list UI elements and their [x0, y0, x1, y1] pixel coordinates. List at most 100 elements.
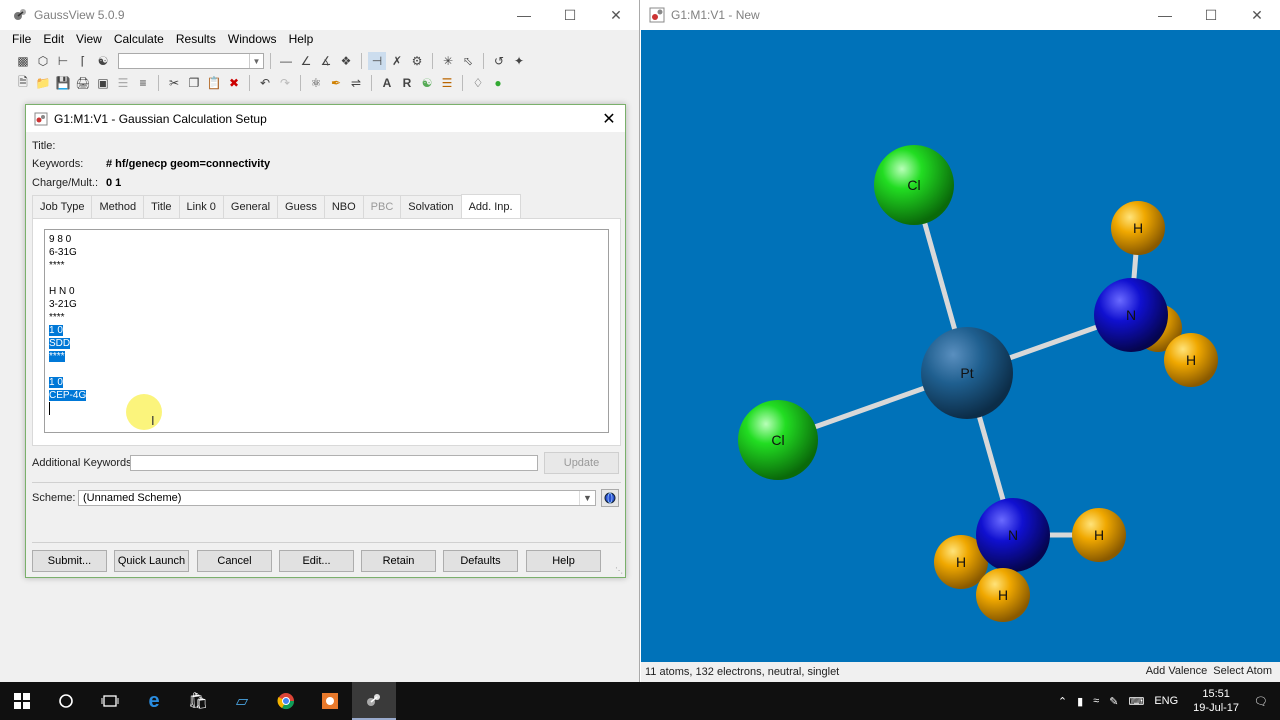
input-line: 9 8 0 [49, 234, 72, 245]
hydrogen-icon[interactable]: ⚛ [307, 74, 325, 92]
tab-solvation[interactable]: Solvation [400, 195, 462, 218]
minimize-button[interactable]: — [1142, 0, 1188, 30]
tab-guess[interactable]: Guess [277, 195, 325, 218]
start-button[interactable] [0, 682, 44, 720]
clock[interactable]: 15:51 19-Jul-17 [1193, 687, 1239, 715]
tab-job-type[interactable]: Job Type [32, 195, 93, 218]
menu-file[interactable]: File [6, 32, 37, 46]
menu-view[interactable]: View [70, 32, 108, 46]
input-line [49, 272, 604, 285]
thermometer-icon[interactable]: ● [489, 74, 507, 92]
tab-nbo[interactable]: NBO [323, 195, 364, 218]
resize-grip-icon[interactable]: ⋱ [615, 566, 623, 575]
wifi-icon[interactable]: ≈ [1093, 695, 1099, 707]
undo-icon[interactable]: ↶ [256, 74, 274, 92]
app-button[interactable]: ▱ [220, 682, 264, 720]
biomolecule-icon[interactable]: ☯ [94, 52, 112, 70]
sparkle-icon[interactable]: ✦ [510, 52, 528, 70]
menu-help[interactable]: Help [283, 32, 320, 46]
rebond-icon[interactable]: ⇌ [347, 74, 365, 92]
main-titlebar: GaussView 5.0.9 — ☐ ✕ [0, 0, 639, 30]
language-indicator[interactable]: ENG [1154, 695, 1178, 707]
copy-icon[interactable]: ❐ [185, 74, 203, 92]
list-icon[interactable]: ≡ [134, 74, 152, 92]
update-button[interactable]: Update [544, 452, 619, 474]
image-save-icon[interactable]: ▣ [94, 74, 112, 92]
edge-browser-button[interactable]: e [132, 682, 176, 720]
molecule-canvas[interactable]: Cl Cl Pt N N H H H H H [641, 30, 1280, 662]
diamond-icon[interactable]: ♢ [469, 74, 487, 92]
defaults-button[interactable]: Defaults [443, 550, 518, 572]
tab-link-0[interactable]: Link 0 [178, 195, 224, 218]
delete-icon[interactable]: ✖ [225, 74, 243, 92]
tab-title[interactable]: Title [143, 195, 180, 218]
print-icon[interactable]: 🖨 [74, 74, 92, 92]
ring-icon[interactable]: ⬡ [34, 52, 52, 70]
submit-button[interactable]: Submit... [32, 550, 107, 572]
r-group-icon[interactable]: ⊢ [54, 52, 72, 70]
rotate-icon[interactable]: ↺ [490, 52, 508, 70]
cortana-button[interactable] [44, 682, 88, 720]
add-valence-icon[interactable]: ⊣ [368, 52, 386, 70]
cancel-button[interactable]: Cancel [197, 550, 272, 572]
minimize-button[interactable]: — [501, 0, 547, 30]
close-button[interactable]: ✕ [593, 0, 639, 30]
keyboard-icon[interactable]: ⌨ [1128, 695, 1144, 708]
menu-edit[interactable]: Edit [37, 32, 70, 46]
keywords-value[interactable]: # hf/genecp geom=connectivity [106, 158, 270, 170]
quick-launch-button[interactable]: Quick Launch [114, 550, 189, 572]
tab-method[interactable]: Method [91, 195, 145, 218]
redo-icon[interactable]: ↷ [276, 74, 294, 92]
retain-button[interactable]: Retain [361, 550, 436, 572]
builder-icon[interactable]: ▩ [14, 52, 32, 70]
dihedral-icon[interactable]: ∡ [317, 52, 335, 70]
chevron-up-icon[interactable]: ⌃ [1058, 695, 1067, 708]
layers-icon[interactable]: ☰ [438, 74, 456, 92]
new-file-icon[interactable]: 🗎 [14, 74, 32, 92]
bond-icon[interactable]: ― [277, 52, 295, 70]
delete-atom-icon[interactable]: ✗ [388, 52, 406, 70]
battery-icon[interactable]: ▮ [1077, 695, 1083, 708]
brush-icon[interactable]: ✒ [327, 74, 345, 92]
tab-bar: Job Type Method Title Link 0 General Gue… [32, 194, 521, 218]
angle-icon[interactable]: ∠ [297, 52, 315, 70]
help-button[interactable]: Help [526, 550, 601, 572]
clean-icon[interactable]: ⚙ [408, 52, 426, 70]
cut-icon[interactable]: ✂ [165, 74, 183, 92]
menu-results[interactable]: Results [170, 32, 222, 46]
charge-mult-value[interactable]: 0 1 [106, 177, 121, 189]
menu-windows[interactable]: Windows [222, 32, 283, 46]
gaussview-taskbar-button[interactable] [352, 682, 396, 720]
label-a-icon[interactable]: A [378, 74, 396, 92]
close-button[interactable]: ✕ [1234, 0, 1280, 30]
maximize-button[interactable]: ☐ [547, 0, 593, 30]
divider [32, 482, 621, 483]
dialog-close-button[interactable]: ✕ [599, 109, 619, 129]
tab-pbc[interactable]: PBC [362, 195, 402, 218]
chain-icon[interactable]: ⌈ [74, 52, 92, 70]
tab-general[interactable]: General [222, 195, 279, 218]
task-view-button[interactable] [88, 682, 132, 720]
menu-calculate[interactable]: Calculate [108, 32, 170, 46]
save-icon[interactable]: 💾 [54, 74, 72, 92]
scheme-settings-button[interactable] [601, 489, 619, 507]
store-button[interactable]: 🛍 [176, 682, 220, 720]
orange-app-button[interactable] [308, 682, 352, 720]
label-r-icon[interactable]: R [398, 74, 416, 92]
notifications-icon[interactable]: 🗨 [1254, 695, 1268, 708]
tab-add-inp[interactable]: Add. Inp. [460, 194, 521, 218]
fragment-combo[interactable]: ▼ [118, 53, 264, 69]
chrome-button[interactable] [264, 682, 308, 720]
symmetrize-icon[interactable]: ✳ [439, 52, 457, 70]
inquire-icon[interactable]: ❖ [337, 52, 355, 70]
clipboard-icon[interactable]: ☰ [114, 74, 132, 92]
additional-keywords-input[interactable] [130, 455, 538, 471]
edit-button[interactable]: Edit... [279, 550, 354, 572]
scheme-select[interactable]: (Unnamed Scheme) ▼ [78, 490, 596, 506]
maximize-button[interactable]: ☐ [1188, 0, 1234, 30]
pen-icon[interactable]: ✎ [1109, 695, 1118, 708]
open-folder-icon[interactable]: 📁 [34, 74, 52, 92]
select-icon[interactable]: ⬁ [459, 52, 477, 70]
paste-icon[interactable]: 📋 [205, 74, 223, 92]
surface-icon[interactable]: ☯ [418, 74, 436, 92]
